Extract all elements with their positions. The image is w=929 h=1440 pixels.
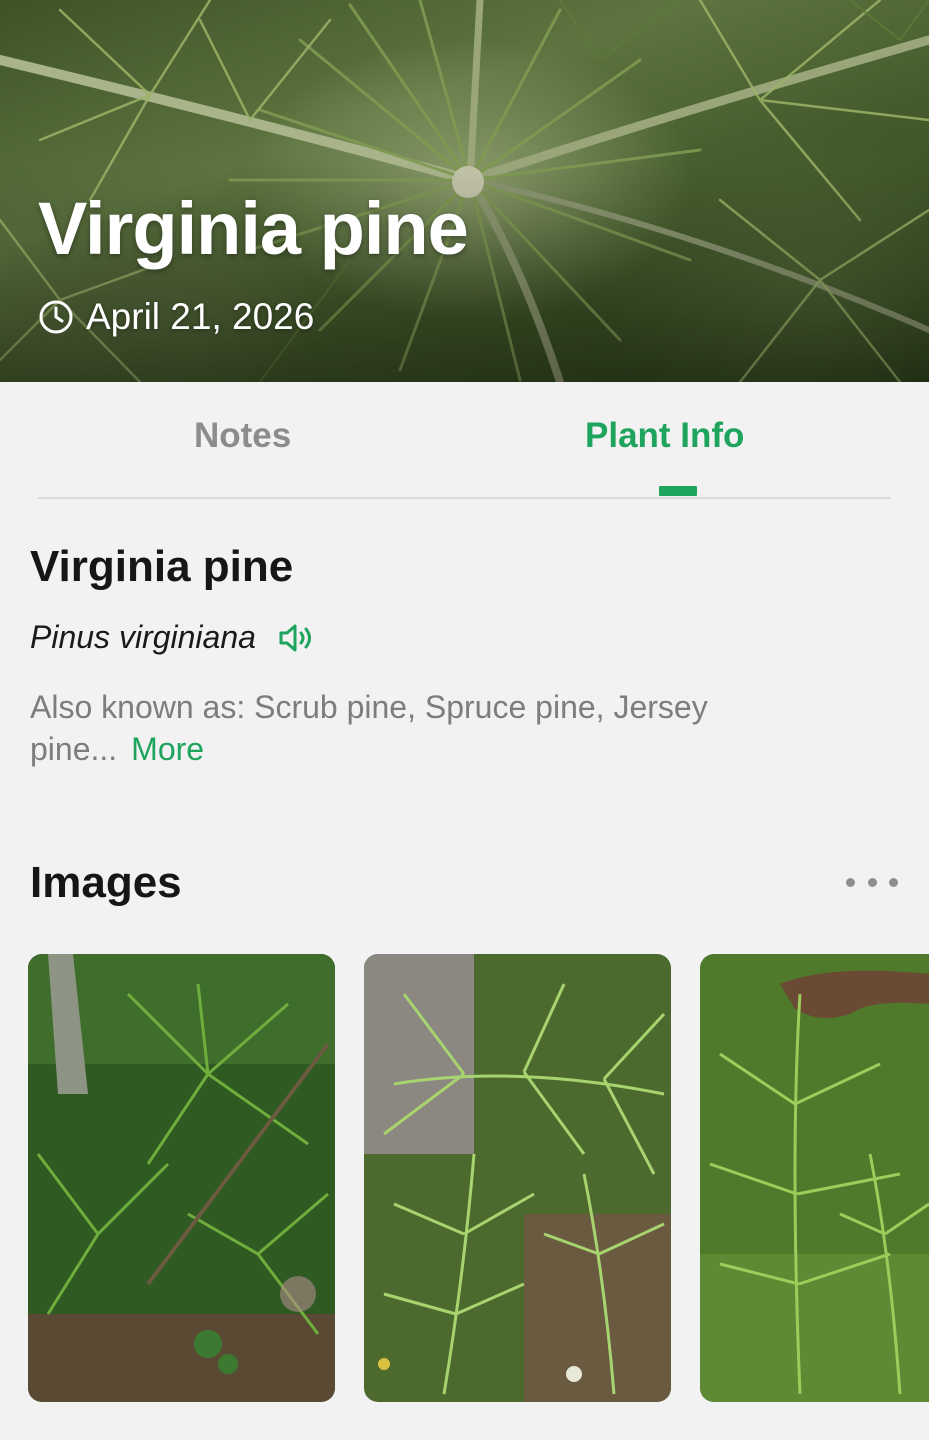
scientific-name-row: Pinus virginiana (30, 619, 314, 656)
more-dots-icon[interactable] (846, 872, 898, 892)
hero-title: Virginia pine (38, 187, 469, 270)
pine-branch-photo (364, 954, 671, 1402)
hand-holding-pine-photo (700, 954, 929, 1402)
tab-divider (38, 497, 891, 499)
image-thumbnail-1[interactable] (28, 954, 335, 1402)
dot (867, 877, 877, 887)
observation-date: April 21, 2026 (38, 296, 314, 338)
images-section-title: Images (30, 858, 182, 907)
clock-icon (39, 300, 73, 334)
more-link[interactable]: More (131, 731, 204, 767)
tab-notes[interactable]: Notes (194, 416, 291, 456)
speaker-icon[interactable] (278, 623, 314, 653)
plant-common-name: Virginia pine (30, 542, 294, 591)
also-known-as: Also known as: Scrub pine, Spruce pine, … (30, 686, 890, 770)
hero-image: Virginia pine April 21, 2026 (0, 0, 929, 382)
pine-sapling-photo (28, 954, 335, 1402)
tab-plant-info[interactable]: Plant Info (585, 416, 744, 456)
dot (889, 877, 898, 887)
plant-scientific-name: Pinus virginiana (30, 619, 256, 655)
date-text: April 21, 2026 (86, 296, 315, 337)
tab-bar: Notes Plant Info (0, 382, 929, 500)
image-thumbnail-2[interactable] (364, 954, 671, 1402)
image-thumbnail-3[interactable] (700, 954, 929, 1402)
dot (846, 877, 855, 887)
active-tab-indicator (659, 486, 697, 496)
